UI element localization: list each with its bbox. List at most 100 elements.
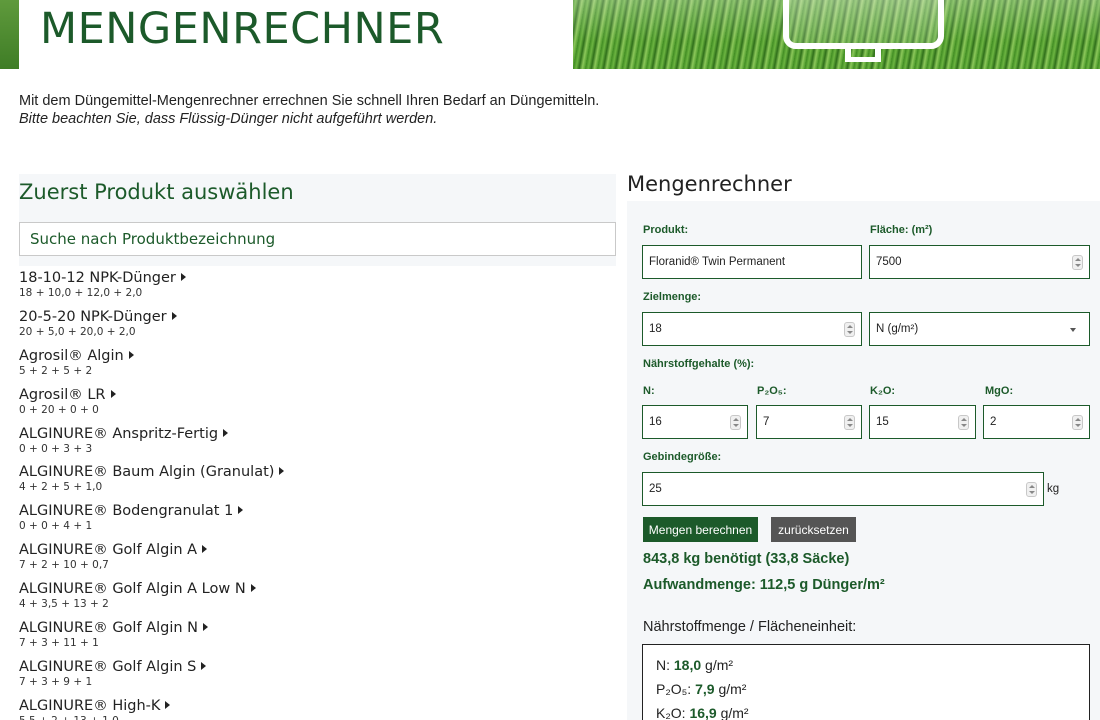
- product-nutrients: 7 + 3 + 9 + 1: [19, 675, 93, 688]
- nutrient-amount-unit: g/m²: [718, 681, 747, 697]
- product-list-item[interactable]: Agrosil® Algin 5 + 2 + 5 + 2: [19, 345, 616, 384]
- mg-spin-icon[interactable]: [1072, 415, 1083, 430]
- product-nutrients: 5,5 + 2 + 13 + 1,0: [19, 715, 616, 720]
- caret-right-icon: [201, 661, 207, 670]
- product-list-item[interactable]: 18-10-12 NPK-Dünger 18 + 10,0 + 12,0 + 2,…: [19, 267, 616, 306]
- caret-right-icon: [171, 311, 177, 320]
- product-label: Produkt:: [643, 224, 689, 236]
- nutrient-amount-label: P₂O₅:: [656, 681, 692, 697]
- calculator-title: Mengenrechner: [627, 172, 792, 196]
- product-select-header: Zuerst Produkt auswählen: [19, 174, 616, 266]
- product-nutrients: 7 + 3 + 11 + 1: [19, 637, 99, 650]
- product-list-item[interactable]: ALGINURE® Golf Algin S7 + 3 + 9 + 1: [19, 656, 616, 695]
- product-list-item[interactable]: 20-5-20 NPK-Dünger 20 + 5,0 + 20,0 + 2,0: [19, 306, 616, 345]
- product-nutrients: 20 + 5,0 + 20,0 + 2,0: [19, 325, 136, 338]
- product-list: 18-10-12 NPK-Dünger 18 + 10,0 + 12,0 + 2,…: [19, 267, 616, 720]
- product-name: 18-10-12 NPK-Dünger: [19, 270, 176, 286]
- product-select-title: Zuerst Produkt auswählen: [19, 180, 294, 204]
- product-list-item[interactable]: ALGINURE® Anspritz-Fertig 0 + 0 + 3 + 3: [19, 423, 616, 462]
- nutrient-amount-heading: Nährstoffmenge / Flächeneinheit:: [643, 619, 857, 635]
- target-unit-value: N (g/m²): [876, 323, 919, 335]
- monitor-leaf-icon: [783, 0, 944, 62]
- mg-label: MgO:: [985, 385, 1014, 397]
- caret-right-icon: [223, 428, 229, 437]
- product-list-item[interactable]: ALGINURE® Golf Algin N7 + 3 + 11 + 1: [19, 617, 616, 656]
- product-name: ALGINURE® Baum Algin (Granulat): [19, 464, 275, 481]
- target-spin-icon[interactable]: [844, 322, 855, 337]
- product-field[interactable]: Floranid® Twin Permanent: [642, 245, 862, 279]
- caret-right-icon: [250, 584, 256, 593]
- reset-button[interactable]: zurücksetzen: [771, 517, 856, 542]
- target-label: Zielmenge:: [643, 291, 702, 303]
- product-nutrients: 0 + 0 + 3 + 3: [19, 442, 93, 455]
- area-spin-icon[interactable]: [1072, 255, 1083, 270]
- nutrient-amount-unit: g/m²: [705, 657, 734, 673]
- product-list-item[interactable]: ALGINURE® High-K5,5 + 2 + 13 + 1,0: [19, 695, 616, 720]
- product-nutrients: 0 + 20 + 0 + 0: [19, 403, 99, 416]
- nutrient-amount-label: N:: [656, 657, 670, 673]
- nutrient-amount-line: P₂O₅: 7,9 g/m²: [656, 681, 746, 697]
- product-name: Agrosil® Algin: [19, 347, 124, 364]
- product-list-item[interactable]: Agrosil® LR 0 + 20 + 0 + 0: [19, 384, 616, 423]
- k-spin-icon[interactable]: [958, 415, 969, 430]
- nutrients-label: Nährstoffgehalte (%):: [643, 358, 755, 370]
- product-nutrients: 7 + 2 + 10 + 0,7: [19, 559, 109, 572]
- pack-spin-icon[interactable]: [1026, 482, 1037, 497]
- result-rate: Aufwandmenge: 112,5 g Dünger/m²: [643, 577, 885, 593]
- n-spin-icon[interactable]: [730, 415, 741, 430]
- product-name: ALGINURE® Golf Algin S: [19, 658, 197, 675]
- caret-right-icon: [238, 506, 244, 515]
- k-input[interactable]: 15: [869, 405, 976, 439]
- n-label: N:: [643, 385, 655, 397]
- header-grass-strip: [0, 0, 19, 69]
- product-name: Agrosil® LR: [19, 386, 106, 403]
- pack-input[interactable]: 25: [642, 472, 1044, 506]
- nutrient-amount-line: K₂O: 16,9 g/m²: [656, 705, 749, 720]
- product-search-input[interactable]: [20, 223, 615, 255]
- intro-line-2: Bitte beachten Sie, dass Flüssig-Dünger …: [19, 111, 438, 127]
- caret-right-icon: [202, 545, 208, 554]
- product-list-item[interactable]: ALGINURE® Golf Algin A7 + 2 + 10 + 0,7: [19, 539, 616, 578]
- caret-right-icon: [180, 273, 186, 281]
- p-spin-icon[interactable]: [844, 415, 855, 430]
- p-label: P₂O₅:: [757, 385, 787, 397]
- target-input[interactable]: 18: [642, 312, 862, 346]
- area-input-value: 7500: [876, 256, 902, 268]
- n-input[interactable]: 16: [642, 405, 748, 439]
- product-nutrients: 0 + 0 + 4 + 1: [19, 520, 93, 533]
- nutrient-amount-value: 18,0: [673, 657, 702, 673]
- mg-input[interactable]: 2: [983, 405, 1090, 439]
- product-search-box[interactable]: [19, 222, 616, 256]
- calculate-button[interactable]: Mengen berechnen: [643, 517, 758, 542]
- chevron-down-icon: [1070, 328, 1076, 332]
- product-name: ALGINURE® High-K: [19, 697, 161, 714]
- product-list-item[interactable]: ALGINURE® Golf Algin A Low N4 + 3,5 + 13…: [19, 578, 616, 617]
- caret-right-icon: [279, 467, 285, 476]
- product-nutrients: 5 + 2 + 5 + 2: [19, 364, 93, 377]
- pack-unit: kg: [1047, 483, 1060, 495]
- product-name: ALGINURE® Bodengranulat 1: [19, 503, 234, 520]
- k-label: K₂O:: [870, 385, 896, 397]
- nutrient-amount-label: K₂O:: [656, 705, 686, 720]
- product-field-value: Floranid® Twin Permanent: [649, 256, 786, 268]
- page-header: MENGENRECHNER: [0, 0, 1100, 69]
- result-total: 843,8 kg benötigt (33,8 Säcke): [643, 551, 850, 567]
- product-name: ALGINURE® Anspritz-Fertig: [19, 425, 219, 442]
- p-input[interactable]: 7: [756, 405, 862, 439]
- product-list-item[interactable]: ALGINURE® Bodengranulat 10 + 0 + 4 + 1: [19, 500, 616, 539]
- nutrient-amount-box: N: 18,0 g/m² P₂O₅: 7,9 g/m² K₂O: 16,9 g/m²: [642, 644, 1090, 720]
- k-input-value: 15: [876, 416, 889, 428]
- nutrient-amount-unit: g/m²: [720, 705, 749, 720]
- n-input-value: 16: [649, 416, 662, 428]
- target-input-value: 18: [649, 323, 662, 335]
- nutrient-amount-value: 16,9: [689, 705, 717, 720]
- area-label: Fläche: (m²): [870, 224, 933, 236]
- caret-right-icon: [110, 389, 116, 398]
- intro-line-1: Mit dem Düngemittel-Mengenrechner errech…: [19, 93, 600, 109]
- product-nutrients: 4 + 2 + 5 + 1,0: [19, 481, 103, 494]
- nutrient-amount-line: N: 18,0 g/m²: [656, 657, 733, 673]
- product-list-item[interactable]: ALGINURE® Baum Algin (Granulat) 4 + 2 + 5…: [19, 461, 616, 500]
- area-input[interactable]: 7500: [869, 245, 1090, 279]
- product-name: ALGINURE® Golf Algin N: [19, 620, 198, 637]
- target-unit-select[interactable]: N (g/m²): [869, 312, 1090, 346]
